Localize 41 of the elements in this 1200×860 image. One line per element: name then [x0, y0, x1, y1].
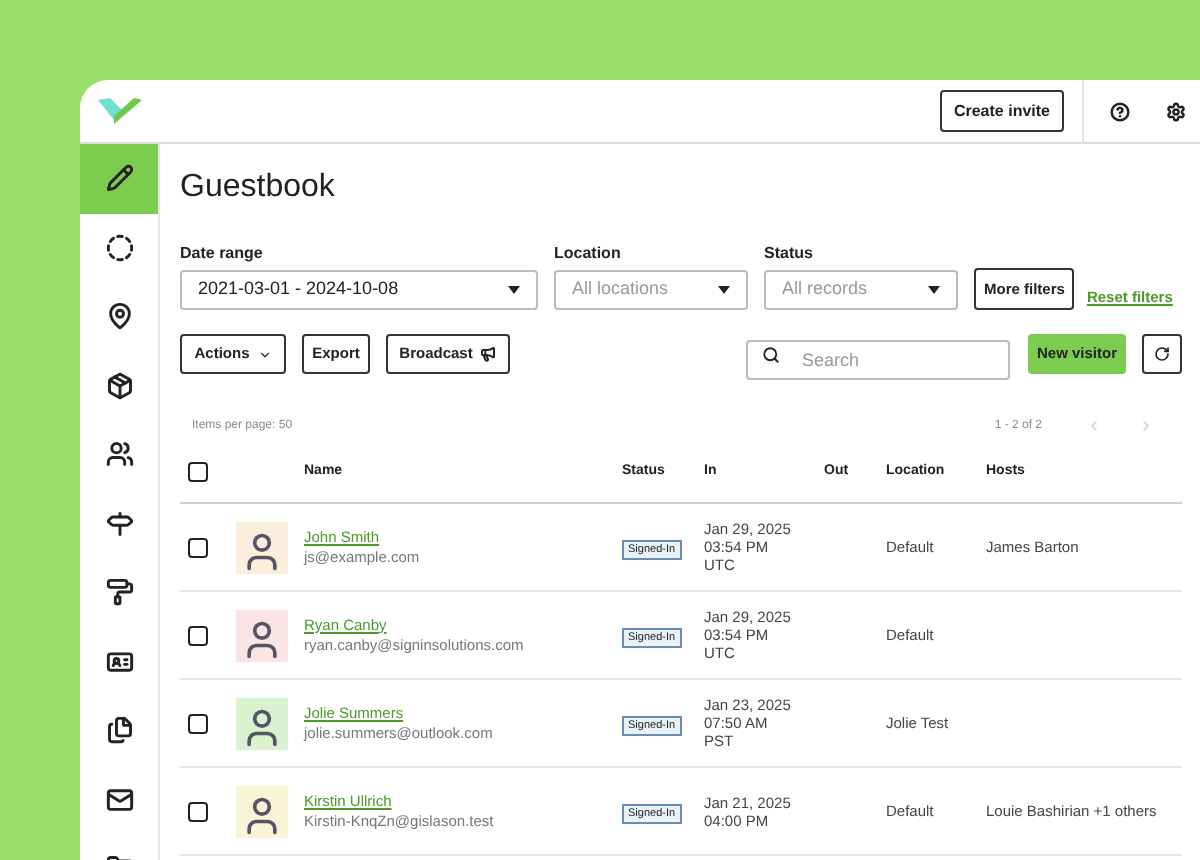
settings-icon[interactable] — [1166, 101, 1186, 121]
sidebar-item[interactable] — [80, 144, 158, 213]
select-placeholder: All records — [782, 276, 870, 303]
checkbox[interactable] — [188, 625, 208, 645]
mail-icon — [105, 785, 133, 814]
id-card-icon — [105, 647, 133, 676]
filter-label: Date range — [180, 244, 265, 264]
files-icon — [105, 716, 133, 745]
photo-placeholder — [236, 609, 288, 661]
create-invite-button[interactable]: Create invite — [939, 90, 1064, 132]
users-icon — [105, 440, 133, 469]
page-title: Guestbook — [180, 168, 337, 208]
search-field[interactable]: Search — [746, 340, 1010, 380]
logo-icon — [96, 95, 144, 127]
refresh-icon — [1154, 346, 1170, 362]
help-icon[interactable] — [1110, 101, 1130, 121]
select-placeholder: All locations — [572, 276, 671, 303]
photo-placeholder — [236, 785, 288, 837]
signpost-icon — [105, 509, 133, 538]
pencil-icon — [105, 164, 133, 193]
checkbox[interactable] — [188, 713, 208, 733]
paint-roller-icon — [105, 578, 133, 607]
search-icon — [762, 345, 780, 363]
checkbox[interactable] — [188, 537, 208, 557]
filter-label: Location — [554, 244, 623, 264]
dropdown-caret-icon — [928, 286, 940, 294]
checkbox[interactable] — [188, 462, 208, 482]
filter-label: Status — [764, 244, 815, 264]
chevron-down-icon — [257, 347, 272, 361]
photo-placeholder — [236, 697, 288, 749]
megaphone-icon — [480, 346, 497, 362]
box-icon — [105, 371, 133, 400]
dropdown-caret-icon — [718, 286, 730, 294]
ring-icon — [105, 233, 133, 262]
refresh-button[interactable] — [1142, 334, 1182, 374]
map-pin-icon — [105, 302, 133, 331]
checkbox[interactable] — [188, 801, 208, 821]
dropdown-caret-icon — [508, 286, 520, 294]
filter-select[interactable]: 2021-03-01 - 2024-10-08 — [180, 270, 538, 310]
select-value: 2021-03-01 - 2024-10-08 — [198, 276, 401, 303]
photo-placeholder — [236, 521, 288, 573]
